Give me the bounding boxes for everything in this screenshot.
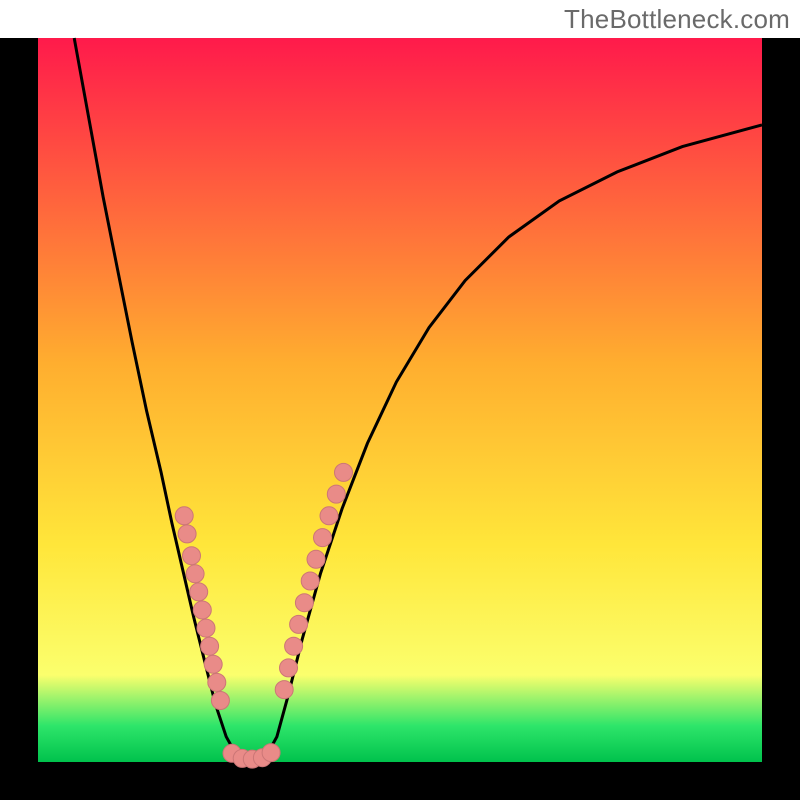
data-dot [204,655,222,673]
data-dot [186,565,204,583]
bottleneck-chart [0,0,800,800]
data-dot [201,637,219,655]
data-dot [327,485,345,503]
data-dot [320,507,338,525]
data-dot [314,529,332,547]
data-dot [190,583,208,601]
data-dot [183,547,201,565]
plot-background [38,38,762,762]
data-dot [193,601,211,619]
data-dot [275,681,293,699]
data-dot [307,550,325,568]
data-dot [335,463,353,481]
data-dot [295,594,313,612]
data-dot [178,525,196,543]
data-dot [175,507,193,525]
frame-bottom [0,762,800,800]
frame-right [762,38,800,800]
data-dot [211,692,229,710]
data-dot [197,619,215,637]
data-dot [301,572,319,590]
frame-left [0,38,38,800]
chart-container: { "watermark": "TheBottleneck.com", "col… [0,0,800,800]
data-dot [208,673,226,691]
watermark-text: TheBottleneck.com [564,4,790,35]
data-dot [290,615,308,633]
data-dot [285,637,303,655]
data-dot [262,744,280,762]
data-dot [280,659,298,677]
